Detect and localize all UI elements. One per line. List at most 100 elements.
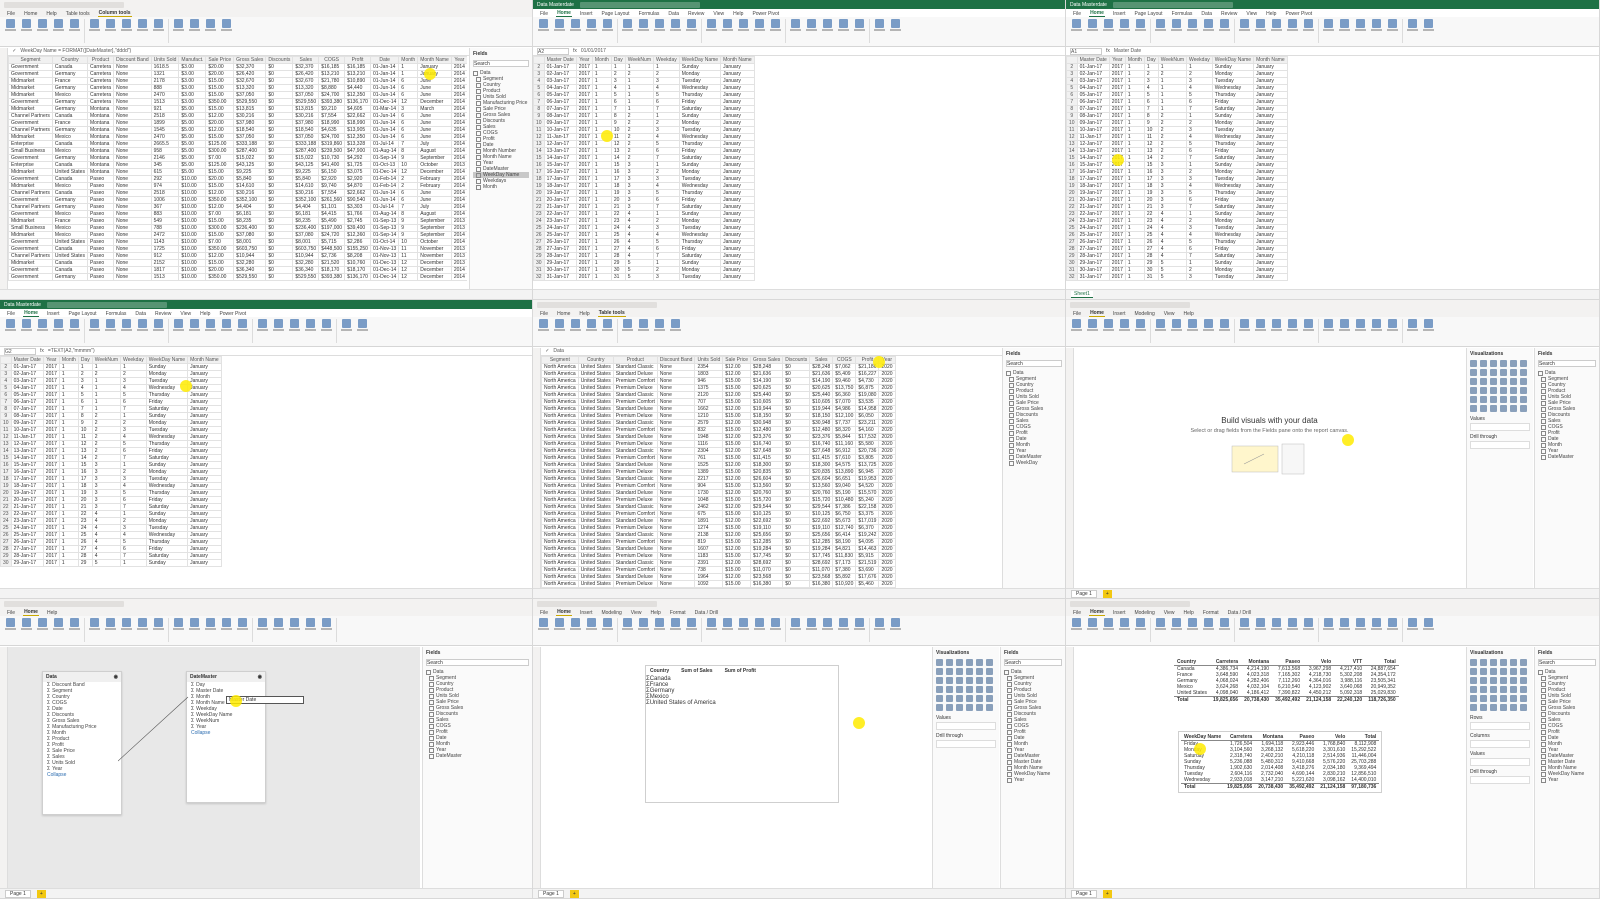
cell[interactable]: Montana [86,126,115,134]
cell[interactable]: $15,570 [855,489,880,497]
cell[interactable]: January [720,217,755,225]
cell[interactable]: Sunday [1211,112,1255,120]
cell[interactable]: 01-Sep-13 [369,217,400,225]
cell[interactable]: January [187,440,222,448]
row-number[interactable]: 10 [533,119,545,127]
visual-type-icon[interactable] [1470,659,1477,666]
ribbon-button[interactable] [1102,618,1115,638]
cell[interactable]: 912 [150,252,180,260]
ribbon-button[interactable] [669,19,682,39]
cell[interactable]: None [656,377,696,385]
visual-type-icon[interactable] [1490,686,1497,693]
cell[interactable]: 1 [119,559,147,567]
cell[interactable]: North America [541,566,579,574]
cell[interactable]: 2017 [1108,273,1126,281]
cell[interactable]: $1,766 [344,210,371,218]
row-number[interactable]: 18 [533,175,545,183]
visual-type-icon[interactable] [1520,695,1527,702]
visual-type-icon[interactable] [1480,360,1487,367]
cell[interactable]: $8,208 [344,252,371,260]
tab-file[interactable]: File [1072,610,1082,616]
visual-type-icon[interactable] [1520,405,1527,412]
ribbon-button[interactable] [553,319,566,339]
ribbon-button[interactable] [1202,319,1215,339]
cell[interactable]: 01-Jan-17 [10,363,44,371]
cell[interactable]: 2 [624,133,654,141]
search-box[interactable] [1070,301,1190,308]
cell[interactable]: 1 [591,196,612,204]
cell[interactable]: 2017 [1108,238,1126,246]
cell[interactable]: $22,692 [750,517,784,525]
ribbon-button[interactable] [1354,19,1367,39]
visual-type-icon[interactable] [956,686,963,693]
cell[interactable]: 7 [119,503,147,511]
row-number[interactable]: 15 [1066,154,1078,162]
cell[interactable]: 01-Feb-14 [369,182,400,190]
cell[interactable]: 1 [591,105,612,113]
cell[interactable]: March [417,105,452,113]
cell[interactable]: January [187,454,222,462]
tab-formulas[interactable]: Formulas [638,11,661,17]
cell[interactable]: 01-Jun-14 [369,189,400,197]
cell[interactable]: 05-Jan-17 [1076,91,1110,99]
cell[interactable]: None [113,238,152,246]
cell[interactable]: 4 [1185,182,1213,190]
cell[interactable]: January [720,266,755,274]
checkbox-icon[interactable] [1009,424,1014,430]
cell[interactable]: $0 [265,182,294,190]
cell[interactable]: North America [541,370,579,378]
cell[interactable]: 2020 [878,391,896,399]
cell[interactable]: January [720,154,755,162]
cell[interactable]: 5 [1185,140,1213,148]
cell[interactable]: $26,604 [750,475,784,483]
cell[interactable]: 2014 [450,273,467,281]
cell[interactable]: $22,662 [344,112,371,120]
cell[interactable]: $4,440 [344,84,371,92]
cell[interactable]: Wednesday [678,231,722,239]
cell[interactable]: United States [577,440,614,448]
cell[interactable]: November [417,245,452,253]
cell[interactable]: $13,210 [318,70,346,78]
cell[interactable]: $27,648 [750,447,784,455]
cell[interactable]: January [1253,196,1288,204]
cell[interactable]: $0 [265,224,294,232]
tab-view[interactable]: View [1163,311,1176,317]
cell[interactable]: 1662 [694,405,724,413]
cell[interactable]: Paseo [86,231,115,239]
visual-type-icon[interactable] [1500,695,1507,702]
cell[interactable]: 2017 [575,182,593,190]
cell[interactable]: 4 [119,482,147,490]
row-number[interactable]: 16 [1066,161,1078,169]
row-number[interactable]: 23 [0,510,12,518]
cell[interactable]: 7 [398,203,419,211]
search-box[interactable] [537,301,657,308]
cell[interactable]: 4 [652,182,680,190]
cell[interactable]: Standard Deluxe [612,461,658,469]
ribbon-button[interactable] [256,319,269,339]
checkbox-icon[interactable] [429,675,434,681]
cell[interactable]: 10-Jan-17 [543,126,577,134]
field-item[interactable]: DateMaster [1538,454,1596,460]
eye-icon[interactable]: ◉ [258,674,262,680]
cell[interactable]: None [113,105,152,113]
cell[interactable]: 2017 [1108,175,1126,183]
cell[interactable]: Standard Classic [612,391,658,399]
ribbon-button[interactable] [320,618,333,638]
cell[interactable]: $603,750 [292,245,320,253]
cell[interactable]: January [1253,210,1288,218]
field-item[interactable]: DateMaster [426,753,529,759]
cell[interactable]: United States [577,580,614,588]
row-number[interactable]: 16 [533,161,545,169]
cell[interactable]: 01-Jan-17 [1076,63,1110,71]
row-number[interactable]: 17 [533,168,545,176]
ribbon-button[interactable] [1338,618,1351,638]
row-number[interactable]: 11 [1066,126,1078,134]
cell[interactable]: $3,075 [344,168,371,176]
cell[interactable]: 2017 [575,126,593,134]
cell[interactable]: $15.00 [205,259,235,267]
visual-type-icon[interactable] [1490,668,1497,675]
fields-search[interactable]: Search [473,60,529,67]
cell[interactable]: 2017 [1108,140,1126,148]
cell[interactable]: 4 [1143,84,1159,92]
cell[interactable]: 2013 [450,245,467,253]
